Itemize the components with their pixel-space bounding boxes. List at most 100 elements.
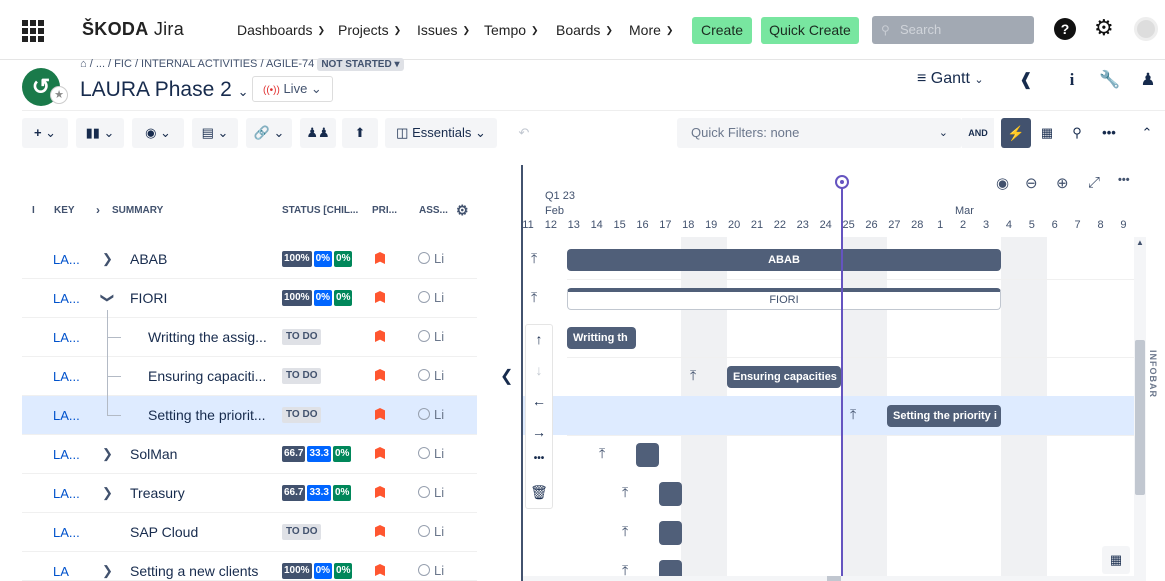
scroll-up-arrow[interactable]: ▲: [1136, 238, 1144, 247]
column-status[interactable]: STATUS [CHIL...: [282, 205, 358, 216]
expand-chevron-icon[interactable]: ❯: [102, 446, 113, 462]
status-badge[interactable]: TO DO: [282, 407, 322, 423]
more-icon[interactable]: •••: [526, 453, 552, 464]
assignee[interactable]: Li: [418, 485, 444, 500]
search-icon[interactable]: ⚲: [1064, 118, 1090, 148]
expand-chevron-icon[interactable]: ❯: [102, 485, 113, 501]
dependency-icon[interactable]: ⤒: [622, 523, 628, 540]
assignee[interactable]: Li: [418, 329, 444, 344]
person-icon[interactable]: ♟: [1134, 66, 1162, 94]
eye-icon[interactable]: ◉ ⌄: [132, 118, 184, 148]
table-row[interactable]: LA... ❯ ABAB 100% 0% 0% Li: [22, 240, 477, 279]
info-icon[interactable]: i: [1058, 66, 1086, 94]
nav-dashboards[interactable]: Dashboards ❯: [237, 22, 325, 38]
column-priority[interactable]: PRI...: [372, 205, 397, 216]
scrollbar-thumb[interactable]: [1135, 340, 1145, 495]
table-row[interactable]: LA ❯ Setting a new clients 100% 0% 0% Li: [22, 552, 477, 581]
column-assignee[interactable]: ASS...: [419, 205, 448, 216]
team-icon[interactable]: ♟♟: [300, 118, 336, 148]
zoom-out-icon[interactable]: ⊖: [1025, 174, 1038, 192]
assignee[interactable]: Li: [418, 407, 444, 422]
dependency-icon[interactable]: ⤒: [531, 250, 537, 267]
breadcrumb[interactable]: ⌂ / ... / FIC / INTERNAL ACTIVITIES / AG…: [80, 58, 404, 71]
calendar-icon[interactable]: ▦: [1034, 118, 1060, 148]
dependency-icon[interactable]: ⤒: [531, 289, 537, 306]
table-row[interactable]: LA... Writting the assig... TO DO Li: [22, 318, 477, 357]
move-down-icon[interactable]: ↓: [526, 362, 552, 378]
horizontal-scrollbar-thumb[interactable]: [827, 576, 841, 581]
today-marker-icon[interactable]: [835, 175, 849, 189]
table-row[interactable]: LA... SAP Cloud TO DO Li: [22, 513, 477, 552]
table-row-selected[interactable]: LA... Setting the priorit... TO DO Li: [22, 396, 477, 435]
assignee[interactable]: Li: [418, 563, 444, 578]
assignee[interactable]: Li: [418, 368, 444, 383]
infobar-tab[interactable]: INFOBAR: [1148, 350, 1158, 398]
gantt-bar-sap-cloud[interactable]: [659, 521, 682, 545]
more-icon[interactable]: •••: [1118, 174, 1130, 186]
table-row[interactable]: LA... ❯ FIORI 100% 0% 0% Li: [22, 279, 477, 318]
upload-icon[interactable]: ⬆: [342, 118, 378, 148]
nav-tempo[interactable]: Tempo ❯: [484, 22, 539, 38]
user-avatar[interactable]: [1134, 17, 1158, 41]
assignee[interactable]: Li: [418, 251, 444, 266]
dependency-icon[interactable]: ⤒: [850, 406, 856, 423]
and-toggle[interactable]: AND: [962, 118, 994, 148]
trash-icon[interactable]: 🗑: [526, 484, 552, 501]
assignee[interactable]: Li: [418, 446, 444, 461]
column-summary[interactable]: SUMMARY: [112, 205, 163, 216]
nav-boards[interactable]: Boards ❯: [556, 22, 613, 38]
undo-icon[interactable]: ↶: [506, 118, 542, 148]
create-button[interactable]: Create: [692, 17, 752, 44]
indent-right-icon[interactable]: →: [526, 424, 552, 440]
essentials-dropdown[interactable]: ◫ Essentials ⌄: [385, 118, 497, 148]
zoom-in-icon[interactable]: ⊕: [1056, 174, 1069, 192]
folder-icon[interactable]: ▮▮ ⌄: [76, 118, 124, 148]
status-badge[interactable]: TO DO: [282, 368, 322, 384]
move-up-icon[interactable]: ↑: [526, 331, 552, 347]
column-key[interactable]: KEY: [54, 205, 75, 216]
search-input[interactable]: ⚲ Search: [872, 16, 1034, 44]
help-icon[interactable]: ?: [1054, 18, 1076, 40]
map-icon[interactable]: ▦: [1102, 546, 1130, 574]
gantt-bar-abab[interactable]: ABAB: [567, 249, 1001, 271]
add-button[interactable]: + ⌄: [22, 118, 68, 148]
share-icon[interactable]: ❰: [1012, 66, 1040, 94]
outdent-left-icon[interactable]: ←: [526, 393, 552, 409]
lightning-icon[interactable]: ⚡: [1001, 118, 1031, 148]
page-title[interactable]: LAURA Phase 2 ⌄: [80, 78, 249, 102]
view-selector[interactable]: ≡ Gantt ⌄: [917, 70, 984, 88]
more-icon[interactable]: •••: [1094, 118, 1124, 148]
brand-logo[interactable]: ŠKODA Jira: [82, 19, 184, 40]
gantt-bar-writting[interactable]: Writting th: [567, 327, 636, 349]
settings-gear-icon[interactable]: ⚙: [1094, 15, 1114, 41]
gantt-bar-setting[interactable]: Setting the priority i: [887, 405, 1001, 427]
gantt-bar-treasury[interactable]: [659, 482, 682, 506]
target-icon[interactable]: ◉: [996, 174, 1009, 192]
collapse-toolbar-icon[interactable]: ⌃: [1132, 118, 1162, 148]
quick-filters-select[interactable]: Quick Filters: none ⌄: [677, 118, 962, 148]
status-badge[interactable]: TO DO: [282, 329, 322, 345]
fields-icon[interactable]: ▤ ⌄: [192, 118, 238, 148]
dependency-icon[interactable]: ⤒: [599, 445, 605, 462]
dependency-icon[interactable]: ⤒: [622, 484, 628, 501]
status-badge[interactable]: TO DO: [282, 524, 322, 540]
link-icon[interactable]: 🔗 ⌄: [246, 118, 292, 148]
live-button[interactable]: ((•)) Live ⌄: [252, 76, 333, 102]
gantt-bar-solman[interactable]: [636, 443, 659, 467]
status-badge[interactable]: NOT STARTED ▾: [317, 58, 404, 71]
wrench-icon[interactable]: 🔧: [1096, 66, 1124, 94]
star-icon[interactable]: ★: [50, 86, 68, 104]
assignee[interactable]: Li: [418, 524, 444, 539]
gantt-bar-fiori[interactable]: FIORI: [567, 288, 1001, 310]
collapse-chevron-icon[interactable]: ❯: [99, 293, 115, 304]
nav-issues[interactable]: Issues ❯: [417, 22, 470, 38]
assignee[interactable]: Li: [418, 290, 444, 305]
gantt-bar-ensuring[interactable]: Ensuring capacities: [727, 366, 841, 388]
expand-icon[interactable]: ⤢: [1088, 174, 1100, 191]
nav-projects[interactable]: Projects ❯: [338, 22, 401, 38]
table-row[interactable]: LA... Ensuring capaciti... TO DO Li: [22, 357, 477, 396]
dependency-icon[interactable]: ⤒: [690, 367, 696, 384]
quick-create-button[interactable]: Quick Create: [761, 17, 859, 44]
expand-chevron-icon[interactable]: ❯: [102, 251, 113, 267]
column-settings-gear-icon[interactable]: ⚙: [456, 202, 469, 219]
